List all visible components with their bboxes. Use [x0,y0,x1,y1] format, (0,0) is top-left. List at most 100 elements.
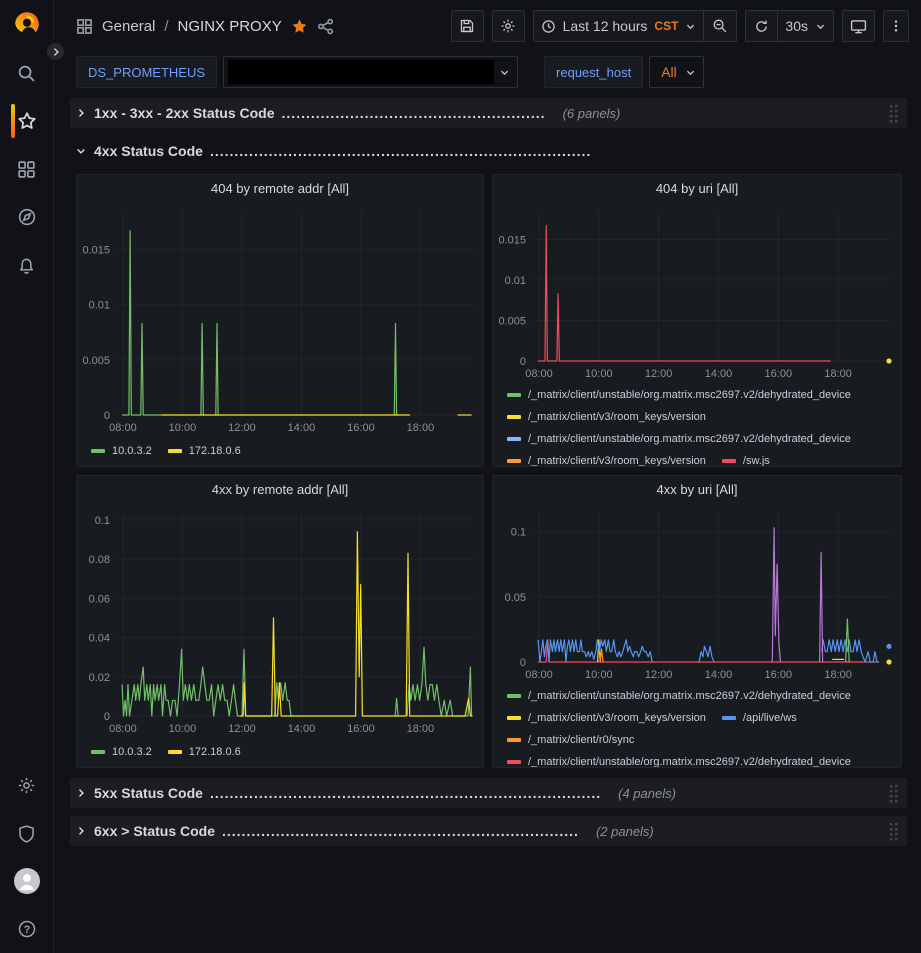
sidebar-item-dashboards[interactable] [0,145,54,193]
panel-title[interactable]: 4xx by uri [All] [493,476,901,502]
row-6xx[interactable]: 6xx > Status Code ......................… [70,816,907,846]
sidebar-item-help[interactable]: ? [0,905,54,953]
legend-row: /_matrix/client/v3/room_keys/version [507,406,897,428]
chevron-right-icon [75,107,87,119]
breadcrumb-dashboard-title[interactable]: NGINX PROXY [178,18,282,35]
breadcrumb-folder[interactable]: General [102,18,155,35]
legend-item[interactable]: /_matrix/client/unstable/org.matrix.msc2… [507,690,851,702]
legend-row: /_matrix/client/unstable/org.matrix.msc2… [507,685,897,707]
legend-item[interactable]: /_matrix/client/r0/sync [507,734,634,746]
row-title: 4xx Status Code [94,143,203,159]
row-drag-handle[interactable] [889,822,899,841]
dashboard-settings-button[interactable] [492,10,525,42]
gear-icon [500,18,516,34]
legend-item[interactable]: /_matrix/client/v3/room_keys/version [507,712,706,724]
sidebar-item-starred[interactable] [0,97,54,145]
svg-text:0: 0 [520,356,526,368]
legend-item[interactable]: /_matrix/client/unstable/org.matrix.msc2… [507,389,851,401]
tv-mode-button[interactable] [842,10,875,42]
svg-text:0.015: 0.015 [498,234,526,246]
panel-grid: 404 by remote addr [All] 08:0010:0012:00… [76,174,907,768]
save-dashboard-button[interactable] [451,10,484,42]
svg-text:18:00: 18:00 [407,723,435,735]
person-icon [14,868,40,894]
sidebar-item-profile[interactable] [0,857,54,905]
timeseries-chart[interactable]: 08:0010:0012:0014:0016:0018:0000.0050.01… [77,201,483,437]
sidebar-item-configuration[interactable] [0,761,54,809]
dashboards-grid-icon [17,160,36,179]
request-host-dropdown[interactable]: All [649,56,704,88]
svg-text:0.01: 0.01 [505,275,526,287]
panel-title[interactable]: 404 by uri [All] [493,175,901,201]
grafana-logo[interactable] [12,0,42,49]
row-1xx-3xx-2xx[interactable]: 1xx - 3xx - 2xx Status Code ............… [70,98,907,128]
favorite-star-button[interactable] [291,18,308,35]
sidebar-item-explore[interactable] [0,193,54,241]
legend-item[interactable]: 172.18.0.6 [168,746,241,758]
svg-text:0.01: 0.01 [89,300,110,312]
row-title-dots: ........................................… [282,105,546,121]
legend-swatch [168,449,182,453]
top-navbar: General / NGINX PROXY [54,0,921,52]
panel-title[interactable]: 4xx by remote addr [All] [77,476,483,502]
legend-item[interactable]: /_matrix/client/v3/room_keys/version [507,411,706,423]
more-options-button[interactable] [883,10,909,42]
legend-label: /_matrix/client/v3/room_keys/version [528,455,706,467]
redacted-datasource-value [228,60,494,84]
sidebar-item-alerting[interactable] [0,241,54,289]
legend-item[interactable]: 10.0.3.2 [91,445,152,457]
refresh-group: 30s [745,10,834,42]
legend-item[interactable]: 10.0.3.2 [91,746,152,758]
svg-text:14:00: 14:00 [288,723,316,735]
svg-text:0.015: 0.015 [82,245,110,257]
legend-item[interactable]: /_matrix/client/unstable/org.matrix.msc2… [507,433,851,445]
timezone-label: CST [654,19,678,33]
user-avatar [14,868,40,894]
row-drag-handle[interactable] [889,104,899,123]
legend-label: /api/live/ws [743,712,797,724]
svg-text:08:00: 08:00 [525,368,553,380]
legend-row: /_matrix/client/unstable/org.matrix.msc2… [507,384,897,406]
row-panel-count: (2 panels) [596,824,654,839]
refresh-interval-picker[interactable]: 30s [778,10,834,42]
panel-legend: /_matrix/client/unstable/org.matrix.msc2… [493,383,901,467]
sidebar-expand-button[interactable] [44,40,67,63]
svg-text:14:00: 14:00 [705,669,733,681]
dashboard-content: 1xx - 3xx - 2xx Status Code ............… [54,92,921,953]
help-icon: ? [17,919,37,939]
panel-404-by-remote-addr: 404 by remote addr [All] 08:0010:0012:00… [76,174,484,467]
row-4xx[interactable]: 4xx Status Code ........................… [70,136,907,166]
panel-title[interactable]: 404 by remote addr [All] [77,175,483,201]
row-5xx[interactable]: 5xx Status Code ........................… [70,778,907,808]
legend-item[interactable]: /_matrix/client/v3/room_keys/version [507,455,706,467]
zoom-out-time-button[interactable] [704,10,737,42]
svg-text:08:00: 08:00 [109,422,137,434]
row-drag-handle[interactable] [889,784,899,803]
svg-text:16:00: 16:00 [765,368,793,380]
time-range-picker[interactable]: Last 12 hours CST [533,10,705,42]
search-icon [17,64,36,83]
chevron-down-icon [75,145,87,157]
legend-item[interactable]: 172.18.0.6 [168,445,241,457]
row-panel-count: (6 panels) [563,106,621,121]
legend-label: /_matrix/client/unstable/org.matrix.msc2… [528,756,851,768]
legend-item[interactable]: /_matrix/client/unstable/org.matrix.msc2… [507,756,851,768]
legend-item[interactable]: /api/live/ws [722,712,797,724]
legend-item[interactable]: /sw.js [722,455,770,467]
sidebar-item-server-admin[interactable] [0,809,54,857]
datasource-dropdown[interactable] [223,56,518,88]
legend-swatch [722,716,736,720]
timeseries-chart[interactable]: 08:0010:0012:0014:0016:0018:0000.050.1 [493,502,901,684]
share-button[interactable] [317,18,334,35]
timeseries-chart[interactable]: 08:0010:0012:0014:0016:0018:0000.0050.01… [493,201,901,383]
svg-text:16:00: 16:00 [347,723,375,735]
compass-icon [17,207,37,227]
refresh-button[interactable] [745,10,778,42]
legend-row: 10.0.3.2 172.18.0.6 [91,739,479,764]
legend-label: 10.0.3.2 [112,746,152,758]
legend-row: /_matrix/client/v3/room_keys/version/api… [507,707,897,729]
legend-row: 10.0.3.2 172.18.0.6 [91,438,479,463]
timeseries-chart[interactable]: 08:0010:0012:0014:0016:0018:0000.020.040… [77,502,483,738]
svg-text:0.005: 0.005 [82,355,110,367]
legend-swatch [507,694,521,698]
